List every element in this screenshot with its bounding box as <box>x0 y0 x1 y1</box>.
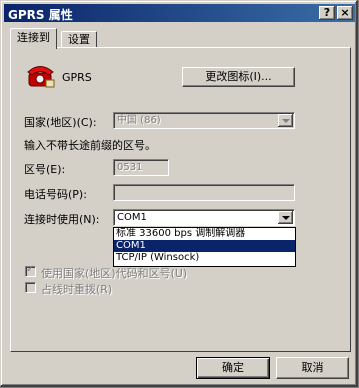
connect-using-select[interactable]: COM1 <box>113 209 295 226</box>
tab-connect-to[interactable]: 连接到 <box>10 28 57 49</box>
connect-using-label: 连接时使用(N): <box>24 213 100 226</box>
connect-using-value: COM1 <box>117 212 147 223</box>
redial-label: 占线时重拨(R) <box>41 283 113 296</box>
area-code-hint: 输入不带长途前缀的区号。 <box>24 139 156 152</box>
redial-checkbox[interactable] <box>25 282 36 293</box>
connect-using-dropdown-list: 标准 33600 bps 调制解调器 COM1 TCP/IP (Winsock) <box>113 227 296 267</box>
properties-dialog: GPRS 属性 ? × 连接到 设置 GPRS 更改图标(I)... 国家(地区… <box>0 0 358 387</box>
phone-field[interactable] <box>113 184 295 201</box>
dropdown-option[interactable]: 标准 33600 bps 调制解调器 <box>114 228 295 240</box>
tab-settings[interactable]: 设置 <box>61 31 97 48</box>
close-button[interactable]: × <box>337 6 353 20</box>
change-icon-button[interactable]: 更改图标(I)... <box>182 67 295 87</box>
dropdown-option-selected[interactable]: COM1 <box>114 240 295 252</box>
ok-button[interactable]: 确定 <box>196 357 270 379</box>
area-code-value: 0531 <box>117 162 143 173</box>
area-code-label: 区号(E): <box>24 163 66 176</box>
phone-label: 电话号码(P): <box>24 188 87 201</box>
chevron-down-icon[interactable] <box>278 114 293 127</box>
country-value: 中国 (86) <box>117 115 161 126</box>
chevron-down-icon[interactable] <box>278 211 293 224</box>
use-country-code-label: 使用国家(地区)代码和区号(U) <box>41 267 188 280</box>
area-code-field[interactable]: 0531 <box>113 159 169 176</box>
window-title: GPRS 属性 <box>8 8 73 22</box>
cancel-button[interactable]: 取消 <box>276 357 349 379</box>
use-country-code-checkbox[interactable] <box>25 264 36 277</box>
connection-name: GPRS <box>62 71 92 84</box>
telephone-icon <box>26 61 56 89</box>
title-bar[interactable]: GPRS 属性 ? × <box>4 4 355 22</box>
country-select[interactable]: 中国 (86) <box>113 112 295 129</box>
country-label: 国家(地区)(C): <box>24 116 97 129</box>
help-button[interactable]: ? <box>319 6 335 20</box>
dropdown-option[interactable]: TCP/IP (Winsock) <box>114 252 295 264</box>
